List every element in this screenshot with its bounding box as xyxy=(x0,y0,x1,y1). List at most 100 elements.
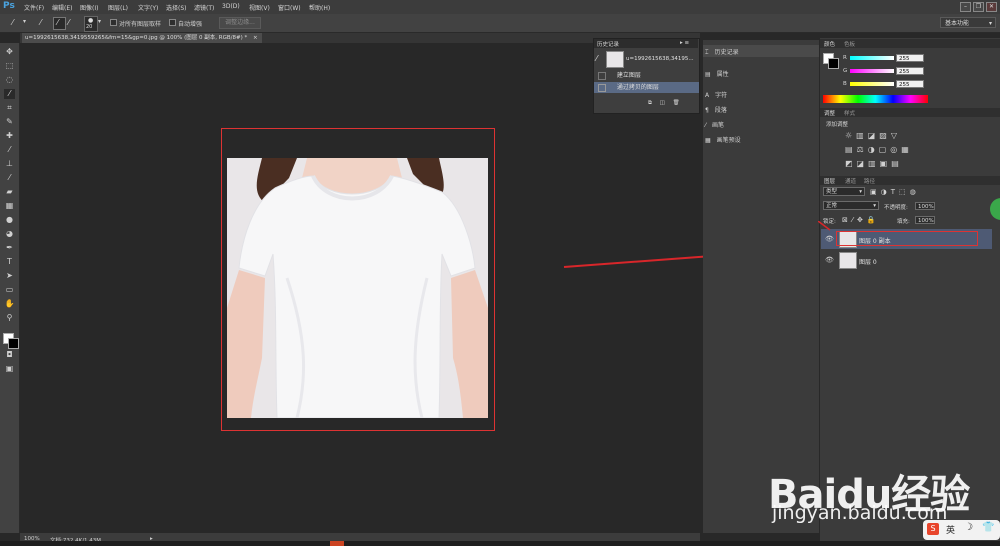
refine-edge-button[interactable]: 调整边缘... xyxy=(219,17,261,29)
document-tab[interactable]: u=1992615638,3419559265&fm=15&gp=0.jpg @… xyxy=(22,33,262,43)
brush-tool-icon[interactable]: ⁄ xyxy=(4,145,15,155)
menu-window[interactable]: 窗口(W) xyxy=(278,3,301,12)
clone-stamp-tool-icon[interactable]: ⊥ xyxy=(4,159,15,169)
channel-g-slider[interactable] xyxy=(850,69,894,73)
tab-swatches[interactable]: 色板 xyxy=(844,40,855,48)
dock-item-properties[interactable]: ▤ 属性 xyxy=(705,69,729,78)
taskbar-app-icon[interactable] xyxy=(330,541,344,546)
panel-menu-icon[interactable]: ▸ ≡ xyxy=(680,40,689,46)
document-canvas[interactable] xyxy=(227,158,488,418)
crop-tool-icon[interactable]: ⌗ xyxy=(4,103,15,113)
sample-all-layers-checkbox[interactable] xyxy=(110,19,117,26)
rectangle-tool-icon[interactable]: ▭ xyxy=(4,285,15,295)
gradient-tool-icon[interactable]: ▦ xyxy=(4,201,15,211)
channel-r-slider[interactable] xyxy=(850,56,894,60)
tab-adjustments[interactable]: 调整 xyxy=(824,109,835,117)
healing-brush-tool-icon[interactable]: ✚ xyxy=(4,131,15,141)
pen-tool-icon[interactable]: ✒ xyxy=(4,243,15,253)
adjustment-icons-row-2[interactable]: ▤⚖◑▢◎▦ xyxy=(845,145,913,154)
hand-tool-icon[interactable]: ✋ xyxy=(4,299,15,309)
lock-icons[interactable]: ⊠⁄✥🔒 xyxy=(842,216,880,224)
color-spectrum-bar[interactable] xyxy=(823,95,928,103)
menu-image[interactable]: 图像(I) xyxy=(80,3,98,12)
dock-item-brush-presets[interactable]: ▦ 画笔预设 xyxy=(705,135,741,144)
tab-color[interactable]: 颜色 xyxy=(824,40,835,48)
tab-channels[interactable]: 通道 xyxy=(845,177,856,185)
history-item-selected[interactable]: 通过拷贝的图层 xyxy=(594,82,699,93)
channel-b-input[interactable]: 255 xyxy=(896,80,924,88)
move-tool-icon[interactable]: ✥ xyxy=(4,47,15,57)
add-to-selection-icon[interactable]: ⁄ xyxy=(53,17,66,30)
background-color-swatch[interactable] xyxy=(8,338,19,349)
brush-size-picker[interactable]: ● 20 xyxy=(84,16,98,32)
menu-layer[interactable]: 图层(L) xyxy=(108,3,128,12)
marquee-tool-icon[interactable]: ⬚ xyxy=(4,61,15,71)
chevron-down-icon[interactable]: ▾ xyxy=(98,18,101,26)
menu-file[interactable]: 文件(F) xyxy=(24,3,44,12)
dock-item-history[interactable]: ⌶ 历史记录 xyxy=(705,47,739,57)
opacity-input[interactable]: 100% xyxy=(915,202,935,210)
menu-type[interactable]: 文字(Y) xyxy=(138,3,158,12)
blur-tool-icon[interactable]: ● xyxy=(4,215,15,225)
tab-styles[interactable]: 样式 xyxy=(844,109,855,117)
type-tool-icon[interactable]: T xyxy=(4,257,15,267)
screen-mode-icon[interactable]: ▣ xyxy=(4,364,15,374)
sogou-icon[interactable]: S xyxy=(927,523,939,535)
input-method-label[interactable]: 英 xyxy=(946,523,955,536)
adjustment-icons-row-3[interactable]: ◩◪▥▣▤ xyxy=(845,159,903,168)
channel-g-input[interactable]: 255 xyxy=(896,67,924,75)
path-selection-tool-icon[interactable]: ➤ xyxy=(4,271,15,281)
eyedropper-tool-icon[interactable]: ✎ xyxy=(4,117,15,127)
dock-item-paragraph[interactable]: ¶ 段落 xyxy=(705,105,727,114)
fill-input[interactable]: 100% xyxy=(915,216,935,224)
background-color-swatch[interactable] xyxy=(828,58,839,69)
channel-r-label: R xyxy=(843,55,847,61)
dodge-tool-icon[interactable]: ◕ xyxy=(4,229,15,239)
eraser-tool-icon[interactable]: ▰ xyxy=(4,187,15,197)
layer-thumbnail xyxy=(839,252,857,269)
channel-r-input[interactable]: 255 xyxy=(896,54,924,62)
menu-3d[interactable]: 3D(D) xyxy=(222,3,240,10)
layer-name[interactable]: 图层 0 xyxy=(859,257,877,266)
menu-select[interactable]: 选择(S) xyxy=(166,3,187,12)
adjustment-icons-row-1[interactable]: ☼▥◪▨▽ xyxy=(845,131,901,140)
restore-icon[interactable]: ❐ xyxy=(973,2,984,12)
blend-mode-select[interactable]: 正常 ▾ xyxy=(823,201,879,210)
quick-selection-tool-icon[interactable]: ⁄ xyxy=(4,89,15,99)
subtract-selection-icon[interactable]: ⁄ xyxy=(68,19,69,27)
history-item[interactable]: 建立图层 xyxy=(594,70,699,81)
tab-history[interactable]: 历史记录 xyxy=(597,40,619,48)
zoom-tool-icon[interactable]: ⚲ xyxy=(4,313,15,323)
history-snapshot[interactable]: ⁄ u=1992615638,34195... xyxy=(594,49,698,69)
minimize-icon[interactable]: – xyxy=(960,2,971,12)
menu-filter[interactable]: 滤镜(T) xyxy=(194,3,214,12)
chevron-down-icon[interactable]: ▾ xyxy=(23,18,26,26)
quick-mask-icon[interactable]: ◘ xyxy=(4,350,15,360)
quick-selection-tool-icon[interactable]: ⁄ xyxy=(12,19,13,27)
tab-paths[interactable]: 路径 xyxy=(864,177,875,185)
menu-help[interactable]: 帮助(H) xyxy=(309,3,330,12)
layer-filter-select[interactable]: 类型 ▾ xyxy=(823,187,865,196)
visibility-eye-icon[interactable]: 👁 xyxy=(825,235,834,243)
shirt-icon[interactable]: 👕 xyxy=(982,522,994,533)
history-brush-tool-icon[interactable]: ⁄ xyxy=(4,173,15,183)
moon-icon[interactable]: ☽ xyxy=(964,522,973,533)
menu-view[interactable]: 视图(V) xyxy=(249,3,270,12)
tab-close-icon[interactable]: × xyxy=(253,35,258,41)
dock-item-character[interactable]: A 字符 xyxy=(705,90,727,99)
menu-edit[interactable]: 编辑(E) xyxy=(52,3,72,12)
history-brush-source-icon[interactable]: ⁄ xyxy=(596,54,597,63)
channel-b-slider[interactable] xyxy=(850,82,894,86)
layer-filter-icons[interactable]: ▣◑T⬚◍ xyxy=(870,188,920,196)
lasso-tool-icon[interactable]: ◌ xyxy=(4,75,15,85)
history-footer-icons[interactable]: ⧉ ◫ 🗑 xyxy=(648,100,683,107)
tab-layers[interactable]: 图层 xyxy=(824,177,835,185)
auto-enhance-checkbox[interactable] xyxy=(169,19,176,26)
new-selection-icon[interactable]: ⁄ xyxy=(40,19,41,27)
visibility-eye-icon[interactable]: 👁 xyxy=(825,256,834,264)
close-icon[interactable]: ✕ xyxy=(986,2,997,12)
auto-enhance-label: 自动增强 xyxy=(178,21,203,28)
layer-row[interactable]: 👁 图层 0 xyxy=(821,250,992,270)
dock-item-brush[interactable]: ⁄ 画笔 xyxy=(705,120,724,129)
workspace-select[interactable]: 基本功能 ▾ xyxy=(940,17,996,28)
